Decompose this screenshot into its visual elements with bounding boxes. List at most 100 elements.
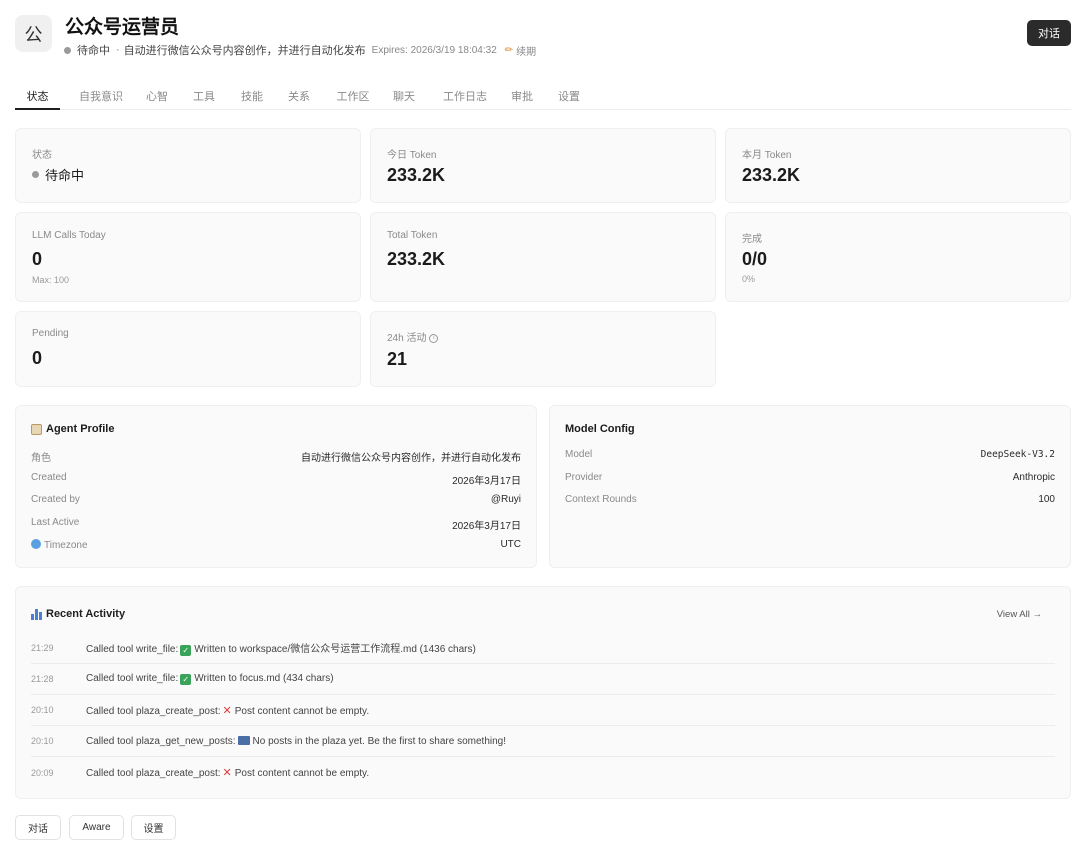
profile-row-created: Created 2026年3月17日 [31,472,521,487]
tab-work-log[interactable]: 工作日志 [430,80,500,110]
agent-subline: 待命中 · 自动进行微信公众号内容创作，并进行自动化发布 Expires: 20… [64,42,536,58]
profile-key: Created by [31,494,80,505]
activity-item: 20:10 Called tool plaza_get_new_posts: No… [31,726,1055,757]
recent-activity-panel: Recent Activity View All → 21:29 Called … [15,586,1071,799]
llm-calls-max: Max: 100 [32,275,70,285]
agent-profile-title-text: Agent Profile [46,423,115,435]
activity-item: 21:29 Called tool write_file: ✓ Written to… [31,633,1055,664]
activity-text: Called tool write_file: ✓ Written to focus… [86,673,334,685]
activity-24h-label-wrap: 24h 活动 i [387,329,439,344]
month-token-label: 本月 Token [742,150,792,161]
today-token-label: 今日 Token [387,150,437,161]
profile-value: 2026年3月17日 [452,521,521,532]
activity-time: 20:09 [31,767,54,778]
activity-24h-value: 21 [387,349,408,369]
renew-label: 续期 [516,46,537,58]
activity-time: 20:10 [31,705,54,715]
pending-value: 0 [32,348,43,368]
tab-self-awareness[interactable]: 自我意识 [65,80,137,110]
tab-workspace[interactable]: 工作区 [325,80,381,110]
tab-relations[interactable]: 关系 [276,80,322,110]
activity-message: Written to focus.md (434 chars) [194,673,334,684]
activity-message: Written to workspace/微信公众号运营工作流程.md (143… [194,644,476,655]
cross-icon: ✕ [222,704,232,717]
chat-button[interactable]: 对话 [1027,20,1071,46]
model-key: Provider [565,472,603,483]
month-token-card: 本月 Token 233.2K [725,128,1071,203]
model-config-title: Model Config [565,423,635,435]
done-card: 完成 0/0 0% [725,212,1071,302]
globe-icon [31,539,41,549]
tab-approval[interactable]: 审批 [500,80,544,110]
status-card-value: 待命中 [32,165,84,184]
avatar-char: 公 [24,24,43,45]
tab-chat[interactable]: 聊天 [382,80,426,110]
expires-text: Expires: 2026/3/19 18:04:32 [371,44,497,56]
activity-prefix: Called tool plaza_create_post: [86,768,221,779]
profile-row-created-by: Created by @Ruyi [31,494,521,505]
total-token-card: Total Token 233.2K [370,212,716,302]
tab-settings[interactable]: 设置 [546,80,592,110]
activity-prefix: Called tool write_file: [86,673,179,684]
cross-icon: ✕ [222,767,232,779]
agent-profile-panel: Agent Profile 角色 自动进行微信公众号内容创作，并进行自动化发布 C… [15,405,537,568]
agent-profile-title: Agent Profile [31,423,114,435]
llm-calls-card: LLM Calls Today 0 Max: 100 [15,212,361,302]
tab-mind[interactable]: 心智 [137,80,177,110]
recent-activity-title-text: Recent Activity [46,608,126,620]
today-token-value: 233.2K [387,165,446,185]
model-row-context-rounds: Context Rounds 100 [565,494,1055,505]
model-key: Context Rounds [565,494,637,505]
activity-item: 21:28 Called tool write_file: ✓ Written to… [31,664,1055,695]
llm-calls-value: 0 [32,249,43,269]
activity-time: 21:28 [31,674,54,684]
status-card-text: 待命中 [45,168,85,183]
renew-link[interactable]: ✏ 续期 [505,43,536,58]
profile-row-last-active: Last Active 2026年3月17日 [31,517,521,532]
aware-button[interactable]: Aware [69,815,124,840]
activity-message: Post content cannot be empty. [234,768,370,779]
done-percent: 0% [742,274,756,284]
model-config-panel: Model Config Model DeepSeek-V3.2 Provider… [549,405,1071,568]
status-text: 待命中 [77,45,110,57]
model-row-model: Model DeepSeek-V3.2 [565,449,1055,460]
done-label: 完成 [742,234,762,245]
pencil-icon: ✏ [504,44,514,56]
agent-description: 自动进行微信公众号内容创作，并进行自动化发布 [123,45,366,57]
activity-text: Called tool write_file: ✓ Written to works… [86,640,476,656]
pending-card: Pending 0 [15,311,361,387]
info-icon[interactable]: i [429,333,439,343]
bottom-chat-button[interactable]: 对话 [15,815,61,840]
check-icon: ✓ [180,645,192,656]
tab-status[interactable]: 状态 [15,80,60,110]
profile-key: 角色 [31,453,51,464]
agent-avatar: 公 [15,15,52,52]
total-token-value: 233.2K [387,249,446,269]
model-key: Model [565,449,593,460]
model-value: Anthropic [1012,472,1055,483]
activity-24h-card: 24h 活动 i 21 [370,311,716,387]
activity-time: 20:10 [31,736,54,746]
activity-item: 20:09 Called tool plaza_create_post: ✕ Pos… [31,757,1055,788]
model-value: 100 [1038,494,1055,505]
view-all-link[interactable]: View All → [997,609,1042,620]
activity-message: No posts in the plaza yet. Be the first … [252,735,507,747]
tab-skills[interactable]: 技能 [229,80,275,110]
status-dot-icon [64,46,71,54]
tab-tools[interactable]: 工具 [182,80,226,110]
profile-key: Timezone [44,540,88,551]
activity-prefix: Called tool plaza_get_new_posts: [86,735,236,747]
llm-calls-label: LLM Calls Today [32,230,106,241]
today-token-card: 今日 Token 233.2K [370,128,716,203]
profile-value: 2026年3月17日 [452,476,521,487]
bottom-settings-button[interactable]: 设置 [131,815,176,840]
activity-text: Called tool plaza_get_new_posts: No posts… [86,735,507,747]
activity-prefix: Called tool plaza_create_post: [86,705,221,717]
model-row-provider: Provider Anthropic [565,472,1055,483]
scroll-icon [31,423,42,435]
done-value: 0/0 [742,249,768,269]
activity-24h-label: 24h 活动 [387,333,427,344]
activity-prefix: Called tool write_file: [86,644,179,655]
profile-value: @Ruyi [490,494,521,505]
profile-key-timezone: Timezone [31,539,88,551]
